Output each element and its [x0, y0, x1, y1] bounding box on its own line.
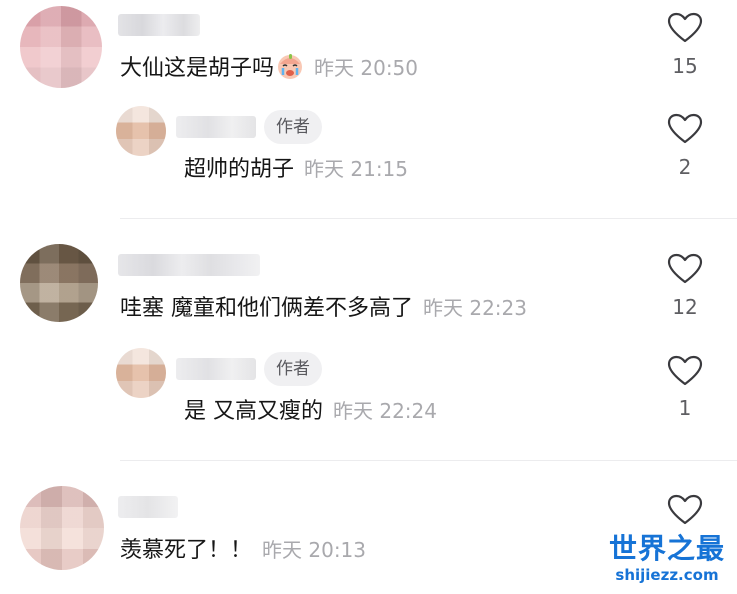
like-count: 2: [678, 155, 692, 179]
username-blurred[interactable]: [118, 254, 260, 276]
username-blurred[interactable]: [176, 358, 256, 380]
avatar[interactable]: [116, 348, 166, 398]
like-heart-icon[interactable]: [667, 494, 703, 526]
author-badge: 作者: [264, 352, 322, 386]
reply-body: 是 又高又瘦的: [184, 399, 323, 424]
reply-text: 是 又高又瘦的 昨天 22:24: [184, 396, 437, 427]
divider: [120, 460, 737, 461]
comment-time: 昨天 20:13: [262, 538, 367, 562]
crying-face-emoji-icon: [276, 52, 304, 80]
comment-text: 羡慕死了！！ 昨天 20:13: [120, 535, 366, 566]
watermark-domain: shijiezz.com: [615, 566, 719, 584]
comment-body: 哇塞 魔童和他们俩差不多高了: [120, 296, 413, 321]
reply-time: 昨天 21:15: [304, 157, 409, 181]
comment-text: 哇塞 魔童和他们俩差不多高了 昨天 22:23: [120, 293, 527, 324]
username-blurred[interactable]: [176, 116, 256, 138]
like-heart-icon[interactable]: [667, 113, 703, 145]
avatar[interactable]: [116, 106, 166, 156]
username-blurred[interactable]: [118, 496, 178, 518]
reply-text: 超帅的胡子 昨天 21:15: [184, 154, 408, 185]
like-heart-icon[interactable]: [667, 253, 703, 285]
comment-time: 昨天 22:23: [423, 296, 527, 320]
avatar[interactable]: [20, 244, 98, 322]
reply-time: 昨天 22:24: [333, 399, 437, 423]
comment-text: 大仙这是胡子吗 昨天 20:50: [120, 52, 418, 84]
like-heart-icon[interactable]: [667, 12, 703, 44]
avatar[interactable]: [20, 486, 104, 570]
like-count: 15: [672, 54, 698, 78]
username-blurred[interactable]: [118, 14, 200, 36]
like-count: 1: [678, 396, 692, 420]
watermark: 世界之最 shijiezz.com: [604, 532, 730, 584]
comment-body: 羡慕死了！！: [120, 538, 253, 563]
divider: [120, 218, 737, 219]
author-badge: 作者: [264, 110, 322, 144]
comment-body: 大仙这是胡子吗: [120, 56, 275, 81]
avatar[interactable]: [20, 6, 102, 88]
watermark-title: 世界之最: [608, 532, 725, 565]
like-heart-icon[interactable]: [667, 355, 703, 387]
comment-time: 昨天 20:50: [314, 56, 419, 80]
reply-body: 超帅的胡子: [184, 157, 295, 182]
like-count: 12: [672, 295, 698, 319]
